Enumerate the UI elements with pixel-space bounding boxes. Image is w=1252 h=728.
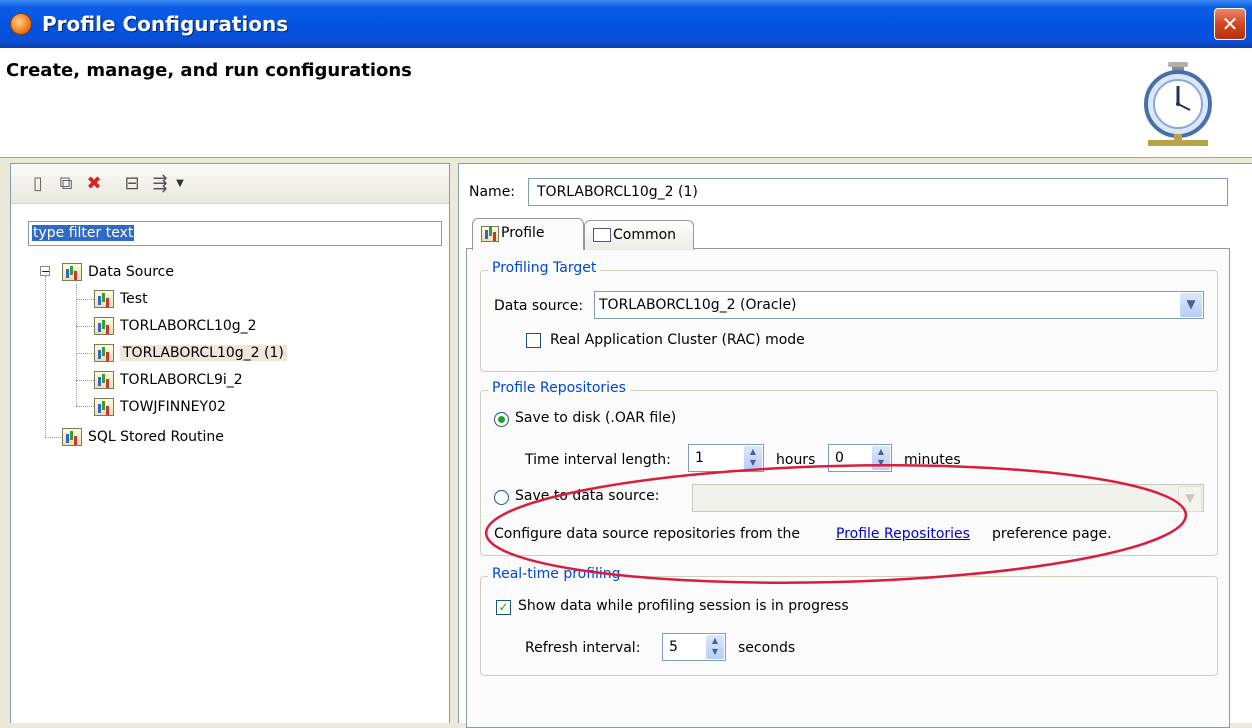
- data-source-dropdown[interactable]: TORLABORCL10g_2 (Oracle) ▼: [594, 291, 1204, 319]
- seconds-label: seconds: [738, 640, 796, 656]
- header-title: Create, manage, and run configurations: [6, 60, 412, 81]
- spinner-arrows-icon[interactable]: ▲ ▼: [744, 446, 762, 470]
- configure-text-suffix: preference page.: [992, 526, 1112, 542]
- configuration-icon: [94, 344, 114, 362]
- configuration-icon: [94, 317, 114, 335]
- rac-mode-label: Real Application Cluster (RAC) mode: [550, 332, 805, 348]
- spinner-arrows-icon[interactable]: ▲ ▼: [872, 446, 890, 470]
- title-bar: Profile Configurations: [0, 0, 1252, 48]
- refresh-interval-stepper[interactable]: 5 ▲ ▼: [662, 633, 726, 661]
- refresh-interval-label: Refresh interval:: [525, 640, 641, 656]
- tree-item[interactable]: TOWJFINNEY02: [94, 396, 226, 418]
- configure-text-prefix: Configure data source repositories from …: [494, 526, 800, 542]
- save-to-data-source-label: Save to data source:: [515, 488, 660, 504]
- tree-item-data-source[interactable]: Data Source: [62, 261, 174, 283]
- tab-common[interactable]: Common: [584, 220, 694, 250]
- profiling-target-title: Profiling Target: [488, 260, 601, 276]
- realtime-profiling-title: Real-time profiling: [488, 566, 625, 582]
- filter-text: type filter text: [32, 225, 135, 241]
- stopwatch-icon: [1144, 62, 1212, 146]
- stored-routine-icon: [62, 428, 82, 446]
- filter-icon[interactable]: ⇶: [149, 173, 171, 195]
- minutes-stepper[interactable]: 0 ▲ ▼: [828, 444, 892, 472]
- duplicate-icon[interactable]: ⧉: [55, 173, 77, 195]
- tree-item-sql-stored-routine[interactable]: SQL Stored Routine: [62, 426, 224, 448]
- data-source-repository-dropdown[interactable]: ▼: [692, 484, 1204, 512]
- hours-label: hours: [776, 452, 816, 468]
- filter-input[interactable]: type filter text: [28, 221, 442, 246]
- tree-item[interactable]: TORLABORCL10g_2: [94, 315, 257, 337]
- minutes-label: minutes: [904, 452, 961, 468]
- window-title: Profile Configurations: [42, 12, 289, 36]
- profile-repositories-title: Profile Repositories: [488, 380, 630, 396]
- time-interval-label: Time interval length:: [525, 452, 671, 468]
- save-to-disk-radio[interactable]: [494, 412, 509, 427]
- tab-profile[interactable]: Profile: [472, 218, 584, 250]
- name-field[interactable]: TORLABORCL10g_2 (1): [528, 178, 1228, 206]
- new-configuration-icon[interactable]: ▯: [27, 173, 49, 195]
- save-to-data-source-radio[interactable]: [494, 490, 509, 505]
- left-toolbar: ▯ ⧉ ✖ ⊟ ⇶ ▼: [11, 164, 449, 204]
- data-source-label: Data source:: [494, 298, 584, 314]
- data-source-icon: [62, 263, 82, 281]
- configuration-icon: [94, 371, 114, 389]
- close-button[interactable]: ✕: [1214, 8, 1246, 40]
- configuration-icon: [94, 290, 114, 308]
- app-icon: [10, 13, 32, 35]
- save-to-disk-label: Save to disk (.OAR file): [515, 410, 677, 426]
- profiling-target-group: [480, 270, 1218, 372]
- hours-stepper[interactable]: 1 ▲ ▼: [688, 444, 764, 472]
- collapse-toggle[interactable]: −: [40, 266, 50, 277]
- chevron-down-icon: ▼: [1178, 486, 1202, 512]
- configuration-icon: [94, 398, 114, 416]
- tree-item[interactable]: Test: [94, 288, 148, 310]
- tree-item-selected[interactable]: TORLABORCL10g_2 (1): [94, 342, 287, 364]
- profile-tab-icon: [481, 226, 499, 242]
- delete-icon[interactable]: ✖: [83, 173, 105, 195]
- tree-item[interactable]: TORLABORCL9i_2: [94, 369, 243, 391]
- show-data-label: Show data while profiling session is in …: [518, 598, 849, 614]
- chevron-down-icon[interactable]: ▼: [1180, 293, 1202, 317]
- common-tab-icon: [593, 228, 611, 242]
- spinner-arrows-icon[interactable]: ▲ ▼: [706, 635, 724, 659]
- dropdown-icon[interactable]: ▼: [169, 173, 191, 195]
- show-data-checkbox[interactable]: ✓: [496, 600, 511, 615]
- realtime-profiling-group: [480, 576, 1218, 676]
- profile-repositories-link[interactable]: Profile Repositories: [836, 526, 970, 542]
- collapse-all-icon[interactable]: ⊟: [121, 173, 143, 195]
- rac-mode-checkbox[interactable]: [526, 333, 541, 348]
- name-label: Name:: [469, 184, 516, 200]
